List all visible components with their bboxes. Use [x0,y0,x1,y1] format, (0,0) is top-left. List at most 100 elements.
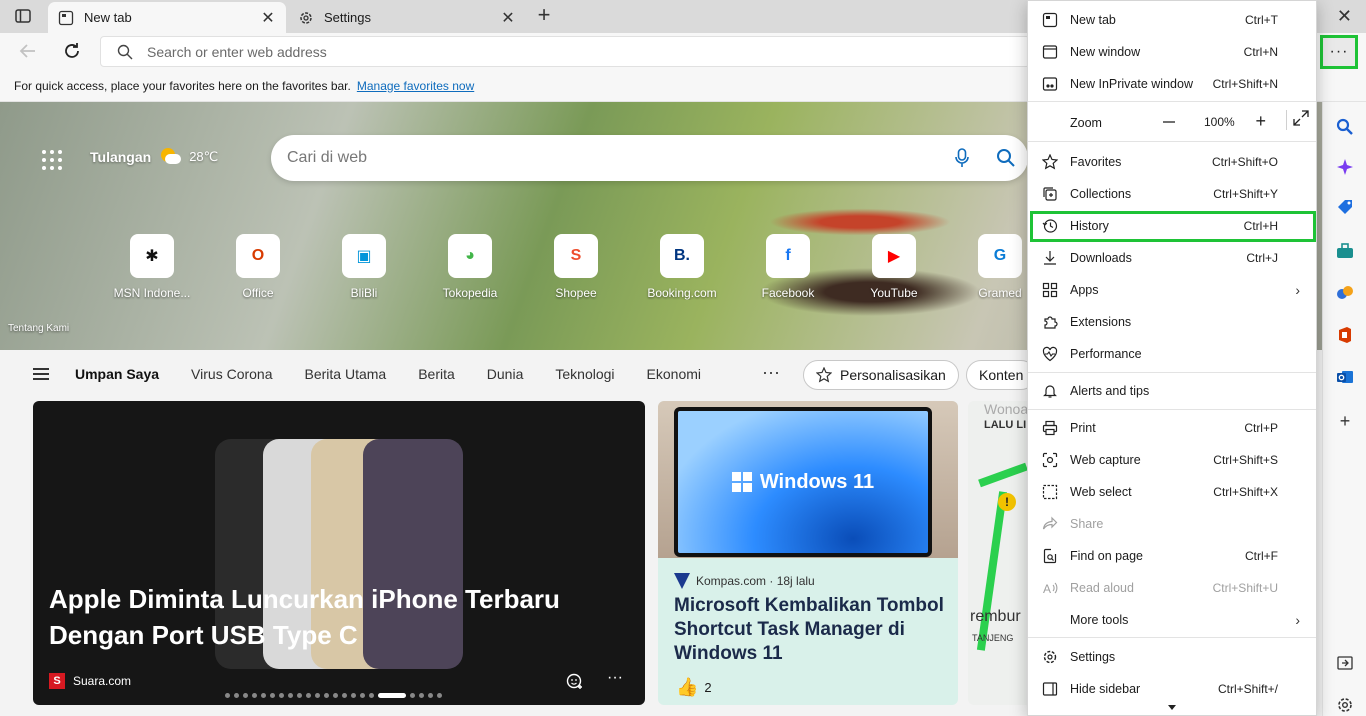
quick-link-tile[interactable]: ◕ Tokopedia [443,234,497,300]
sidebar-games-icon[interactable] [1332,280,1358,306]
quick-link-tile[interactable]: G Gramed [978,234,1022,300]
settings-and-more-button[interactable]: ··· [1320,35,1358,69]
carousel-dot[interactable] [360,693,365,698]
carousel-dot[interactable] [428,693,433,698]
sidebar-office-icon[interactable] [1332,322,1358,348]
carousel-dot[interactable] [333,693,338,698]
sidebar-search-icon[interactable] [1332,114,1358,140]
zoom-out-button[interactable] [1162,115,1194,129]
about-link[interactable]: Tentang Kami [8,323,69,334]
carousel-dot[interactable] [243,693,248,698]
menu-item-web-capture[interactable]: Web capture Ctrl+Shift+S [1028,445,1316,475]
carousel-dot[interactable] [437,693,442,698]
menu-item-new-window[interactable]: New window Ctrl+N [1028,37,1316,67]
back-button[interactable] [16,39,40,63]
carousel-dot[interactable] [225,693,230,698]
news-card-traffic[interactable]: Wonoa LALU LI ! rembur TANJENG [968,401,1028,705]
tab-new-tab[interactable]: New tab ✕ [48,2,286,33]
quick-link-tile[interactable]: ▣ BliBli [342,234,386,300]
menu-item-find-on-page[interactable]: Find on page Ctrl+F [1028,541,1316,571]
carousel-dot[interactable] [369,693,374,698]
carousel-dot[interactable] [324,693,329,698]
menu-item-web-select[interactable]: Web select Ctrl+Shift+X [1028,477,1316,507]
sidebar-outlook-icon[interactable] [1332,364,1358,390]
manage-favorites-link[interactable]: Manage favorites now [357,79,474,93]
feed-tab[interactable]: Virus Corona [191,366,272,382]
news-card-windows[interactable]: Windows 11 Kompas.com · 18j lalu Microso… [658,401,958,705]
close-window-button[interactable]: ✕ [1337,6,1352,27]
feed-tab[interactable]: Ekonomi [647,366,701,382]
add-reaction-icon[interactable] [566,672,584,690]
carousel-dot[interactable] [410,693,415,698]
menu-item-settings[interactable]: Settings [1028,642,1316,672]
quick-link-tile[interactable]: ▶ YouTube [870,234,918,300]
close-tab-icon[interactable]: ✕ [260,8,276,28]
menu-item-favorites[interactable]: Favorites Ctrl+Shift+O [1028,147,1316,177]
web-search-input[interactable] [287,149,940,167]
feed-more-button[interactable]: ··· [762,362,780,383]
menu-item-performance[interactable]: Performance [1028,339,1316,369]
hamburger-menu-icon[interactable] [33,368,49,380]
carousel-dot[interactable] [234,693,239,698]
tab-settings[interactable]: Settings ✕ [288,2,526,33]
sidebar-tools-icon[interactable] [1332,238,1358,264]
menu-item-apps[interactable]: Apps › [1028,275,1316,305]
content-button[interactable]: Konten [966,360,1037,390]
menu-item-new-tab[interactable]: New tab Ctrl+T [1028,5,1316,35]
menu-item-print[interactable]: Print Ctrl+P [1028,413,1316,443]
card-more-button[interactable]: ··· [607,669,623,687]
tab-actions-button[interactable] [8,5,38,27]
quick-link-tile[interactable]: O Office [236,234,280,300]
carousel-dot[interactable] [351,693,356,698]
quick-link-tile[interactable]: ✱ MSN Indone... [114,234,190,300]
menu-item-downloads[interactable]: Downloads Ctrl+J [1028,243,1316,273]
menu-item-collections[interactable]: Collections Ctrl+Shift+Y [1028,179,1316,209]
scroll-down-icon[interactable] [1168,705,1176,710]
quick-link-tile[interactable]: B. Booking.com [647,234,717,300]
carousel-dot[interactable] [288,693,293,698]
quick-link-tile[interactable]: S Shopee [554,234,598,300]
carousel-dot[interactable] [306,693,311,698]
menu-separator [1028,409,1316,410]
carousel-dot[interactable] [419,693,424,698]
address-input[interactable] [147,43,847,60]
feed-tab[interactable]: Umpan Saya [75,366,159,382]
fullscreen-button[interactable] [1286,110,1309,130]
quick-link-tile[interactable]: f Facebook [762,234,814,300]
feed-tab[interactable]: Teknologi [555,366,614,382]
menu-item-alerts-and-tips[interactable]: Alerts and tips [1028,376,1316,406]
card-reactions[interactable]: 👍 2 [676,677,712,698]
search-icon[interactable] [984,148,1028,168]
carousel-dot[interactable] [279,693,284,698]
sidebar-add-icon[interactable]: + [1332,408,1358,434]
feed-tab[interactable]: Berita Utama [305,366,387,382]
carousel-dot[interactable] [297,693,302,698]
menu-item-more-tools[interactable]: More tools › [1028,605,1316,635]
microphone-icon[interactable] [940,148,984,168]
new-tab-button[interactable]: + [532,4,556,28]
sidebar-shopping-icon[interactable] [1332,194,1358,220]
menu-item-hide-sidebar[interactable]: Hide sidebar Ctrl+Shift+/ [1028,674,1316,704]
sidebar-copilot-icon[interactable] [1332,154,1358,180]
feed-tab[interactable]: Dunia [487,366,524,382]
carousel-indicator[interactable] [225,693,442,698]
zoom-in-button[interactable]: + [1245,111,1277,132]
menu-item-new-inprivate-window[interactable]: New InPrivate window Ctrl+Shift+N [1028,69,1316,99]
personalize-button[interactable]: Personalisasikan [803,360,959,390]
menu-item-extensions[interactable]: Extensions [1028,307,1316,337]
carousel-dot[interactable] [252,693,257,698]
read-aloud-icon: A [1042,580,1058,596]
carousel-dot[interactable] [270,693,275,698]
close-tab-icon[interactable]: ✕ [500,8,516,28]
news-card-main[interactable]: Apple Diminta Luncurkan iPhone Terbaru D… [33,401,645,705]
app-launcher-icon[interactable] [42,150,62,170]
sidebar-hide-icon[interactable] [1332,650,1358,676]
carousel-dot[interactable] [315,693,320,698]
carousel-dot[interactable] [261,693,266,698]
weather-widget[interactable]: Tulangan 28℃ [90,148,218,166]
refresh-button[interactable] [60,39,84,63]
carousel-dot[interactable] [342,693,347,698]
feed-tab[interactable]: Berita [418,366,455,382]
sidebar-settings-icon[interactable] [1332,692,1358,716]
carousel-dot[interactable] [378,693,406,698]
